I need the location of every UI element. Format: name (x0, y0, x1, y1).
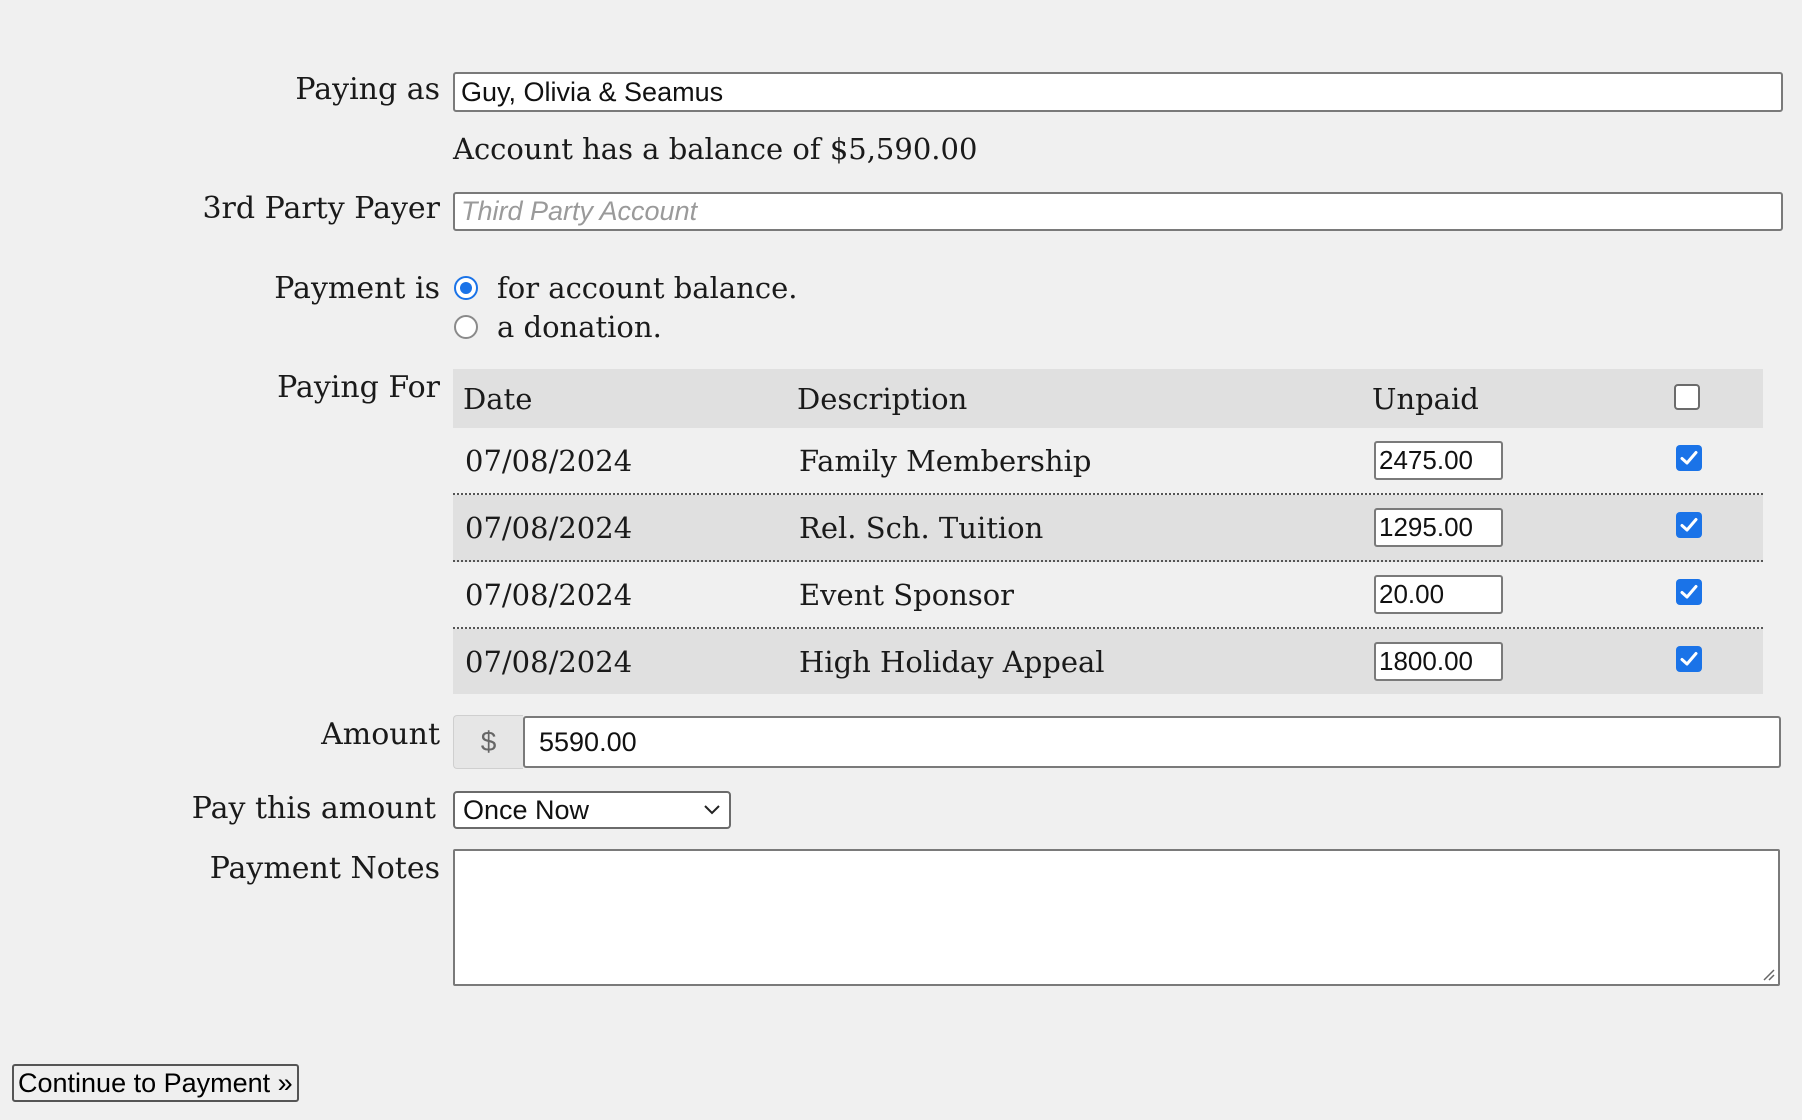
chevron-down-icon (704, 805, 720, 815)
table-header: Date Description Unpaid (453, 369, 1763, 428)
row-unpaid-value: 20.00 (1379, 579, 1445, 609)
row-select-checkbox[interactable] (1676, 445, 1702, 471)
row-unpaid-input[interactable]: 20.00 (1374, 575, 1503, 614)
row-unpaid-value: 2475.00 (1379, 445, 1473, 475)
checkmark-icon (1680, 652, 1698, 666)
amount-value: 5590.00 (539, 726, 637, 757)
amount-label: Amount (321, 717, 440, 752)
column-header-description: Description (797, 381, 968, 416)
paying-as-label: Paying as (295, 72, 440, 107)
third-party-payer-input[interactable]: Third Party Account (453, 192, 1783, 231)
row-unpaid-input[interactable]: 1295.00 (1374, 508, 1503, 547)
currency-addon: $ (453, 715, 523, 769)
payment-frequency-select[interactable]: Once Now (453, 791, 731, 829)
table-row: 07/08/2024 Rel. Sch. Tuition 1295.00 (453, 495, 1763, 562)
continue-to-payment-button[interactable]: Continue to Payment » (12, 1064, 299, 1102)
row-unpaid-value: 1800.00 (1379, 646, 1473, 676)
row-date: 07/08/2024 (465, 577, 633, 612)
table-row: 07/08/2024 High Holiday Appeal 1800.00 (453, 629, 1763, 694)
pay-this-amount-label: Pay this amount (191, 791, 436, 826)
row-date: 07/08/2024 (465, 443, 633, 478)
row-description: Rel. Sch. Tuition (799, 510, 1044, 545)
column-header-unpaid: Unpaid (1372, 381, 1479, 416)
row-description: High Holiday Appeal (799, 644, 1105, 679)
row-select-checkbox[interactable] (1676, 646, 1702, 672)
row-unpaid-input[interactable]: 2475.00 (1374, 441, 1503, 480)
resize-handle-icon[interactable] (1760, 966, 1776, 982)
row-date: 07/08/2024 (465, 644, 633, 679)
table-row: 07/08/2024 Event Sponsor 20.00 (453, 562, 1763, 629)
payment-is-label: Payment is (274, 271, 440, 306)
row-select-checkbox[interactable] (1676, 512, 1702, 538)
row-select-checkbox[interactable] (1676, 579, 1702, 605)
row-description: Family Membership (799, 443, 1092, 478)
account-balance-text: Account has a balance of $5,590.00 (453, 132, 978, 166)
row-unpaid-value: 1295.00 (1379, 512, 1473, 542)
checkmark-icon (1680, 451, 1698, 465)
payment-frequency-value: Once Now (463, 794, 590, 825)
row-unpaid-input[interactable]: 1800.00 (1374, 642, 1503, 681)
third-party-payer-label: 3rd Party Payer (202, 191, 440, 226)
select-all-checkbox[interactable] (1674, 384, 1700, 410)
payment-type-donation-radio[interactable] (454, 315, 478, 339)
payment-type-balance-label[interactable]: for account balance. (497, 271, 797, 305)
payment-notes-label: Payment Notes (209, 851, 440, 886)
paying-as-input[interactable]: Guy, Olivia & Seamus (453, 72, 1783, 112)
paying-as-value: Guy, Olivia & Seamus (461, 76, 724, 107)
paying-for-table: Date Description Unpaid 07/08/2024 Famil… (453, 369, 1763, 694)
payment-type-balance-radio[interactable] (454, 276, 478, 300)
column-header-date: Date (463, 381, 533, 416)
row-date: 07/08/2024 (465, 510, 633, 545)
dollar-sign-icon: $ (480, 726, 497, 757)
table-row: 07/08/2024 Family Membership 2475.00 (453, 428, 1763, 495)
checkmark-icon (1680, 518, 1698, 532)
paying-for-label: Paying For (277, 370, 440, 405)
payment-notes-textarea[interactable] (453, 849, 1780, 986)
amount-input[interactable]: 5590.00 (523, 716, 1781, 768)
checkmark-icon (1680, 585, 1698, 599)
third-party-placeholder: Third Party Account (461, 196, 698, 226)
row-description: Event Sponsor (799, 577, 1015, 612)
payment-type-donation-label[interactable]: a donation. (497, 310, 662, 344)
